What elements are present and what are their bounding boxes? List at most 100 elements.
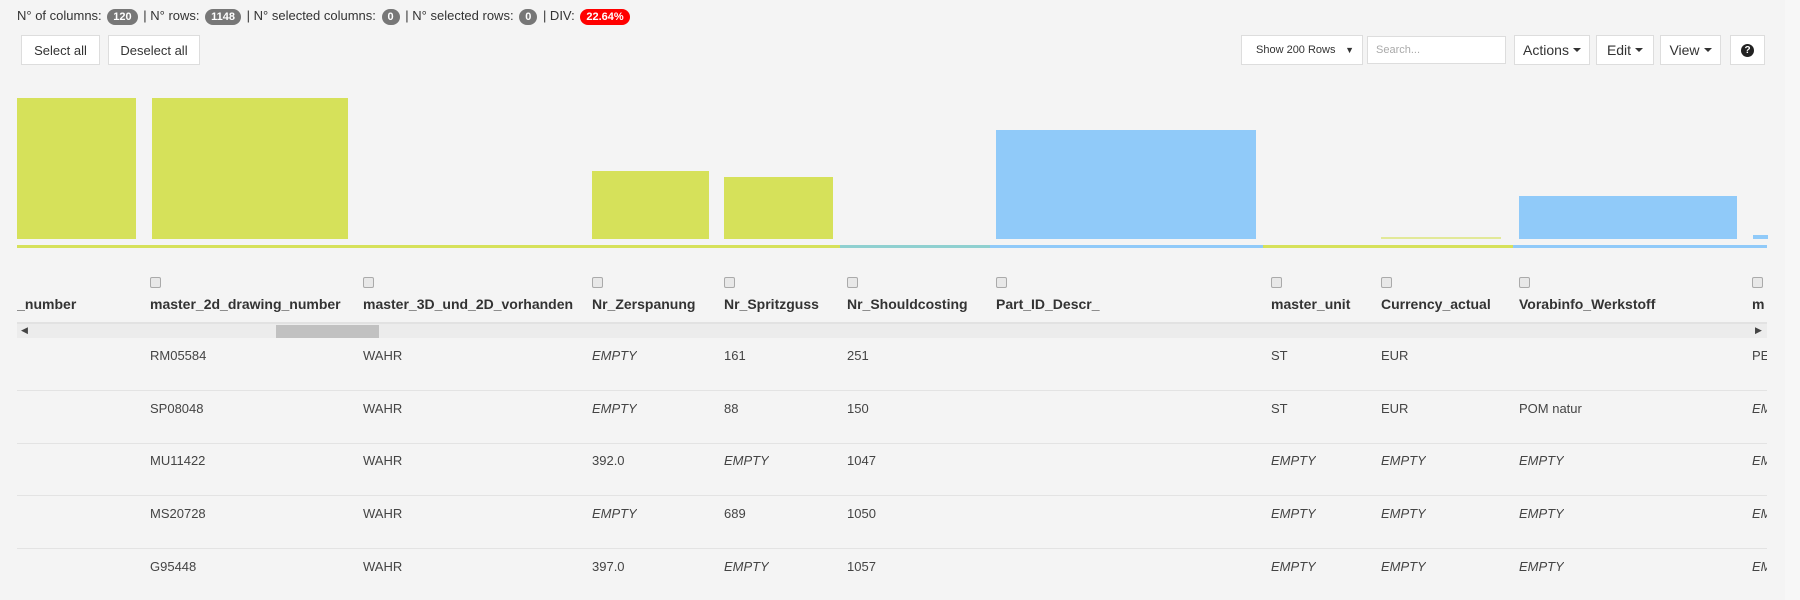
table-cell: WAHR	[363, 401, 403, 416]
column-header[interactable]: Vorabinfo_Werkstoff	[1519, 296, 1655, 312]
table-cell: POM natur	[1519, 401, 1582, 416]
table-cell: EMPTY	[1271, 453, 1316, 468]
caret-down-icon	[1635, 48, 1644, 52]
column-histogram-bar[interactable]	[1519, 196, 1737, 239]
column-header[interactable]: Nr_Shouldcosting	[847, 296, 968, 312]
column-header[interactable]: cad_file_number	[17, 296, 76, 312]
table-cell: MS20728	[150, 506, 206, 521]
columns-badge: 120	[107, 9, 138, 25]
table-cell: EUR	[1381, 348, 1409, 363]
selected-columns-label: | N° selected columns:	[246, 8, 376, 23]
column-header[interactable]: master_2d_drawing_number	[150, 296, 341, 312]
rows-per-page-select[interactable]: Show 200 Rows ▼	[1241, 35, 1363, 65]
rows-badge: 1148	[205, 9, 242, 25]
column-header[interactable]: master_3D_und_2D_vorhanden	[363, 296, 573, 312]
question-circle-icon: ?	[1741, 43, 1754, 57]
view-button[interactable]: View	[1660, 35, 1721, 65]
table-cell: 397.0	[592, 559, 625, 574]
column-histogram-bar[interactable]	[996, 130, 1256, 239]
table-cell: WAHR	[363, 453, 403, 468]
table-cell: WAHR	[363, 348, 403, 363]
table-cell: EMPTY	[1381, 559, 1426, 574]
table-cell: ST	[1271, 348, 1288, 363]
edit-button[interactable]: Edit	[1596, 35, 1654, 65]
column-histogram-bar[interactable]	[1381, 237, 1501, 239]
table-cell: WAHR	[363, 506, 403, 521]
table-cell: EMPTY	[592, 401, 637, 416]
column-select-checkbox[interactable]	[996, 277, 1007, 288]
column-select-checkbox[interactable]	[1752, 277, 1763, 288]
table-cell: EMPTY	[1752, 453, 1767, 468]
actions-label: Actions	[1523, 42, 1569, 58]
data-table: cad_file_number master_2d_drawing_number m…	[17, 270, 1767, 600]
table-cell: 392.0	[592, 453, 625, 468]
column-select-checkbox[interactable]	[150, 277, 161, 288]
scroll-right-arrow-icon[interactable]: ▶	[1755, 325, 1762, 336]
search-input[interactable]	[1367, 36, 1506, 64]
column-histogram-bar[interactable]	[724, 177, 833, 239]
columns-label: N° of columns:	[17, 8, 102, 23]
deselect-all-button[interactable]: Deselect all	[108, 35, 200, 65]
table-cell: EMPTY	[1519, 506, 1564, 521]
column-header[interactable]: m	[1752, 296, 1764, 312]
table-cell: 88	[724, 401, 739, 416]
rows-label: | N° rows:	[143, 8, 200, 23]
view-label: View	[1669, 42, 1700, 58]
completeness-line	[990, 245, 1263, 248]
table-cell: 150	[847, 401, 869, 416]
column-select-checkbox[interactable]	[363, 277, 374, 288]
table-cell: EMPTY	[1381, 453, 1426, 468]
scrollbar-thumb[interactable]	[276, 325, 379, 338]
selected-rows-label: | N° selected rows:	[405, 8, 514, 23]
column-header[interactable]: Part_ID_Descr_	[996, 296, 1100, 312]
column-select-checkbox[interactable]	[1381, 277, 1392, 288]
actions-button[interactable]: Actions	[1514, 35, 1590, 65]
completeness-line	[840, 245, 990, 248]
page-edge	[1785, 0, 1800, 600]
column-header[interactable]: master_unit	[1271, 296, 1350, 312]
table-cell: 1047	[847, 453, 876, 468]
completeness-line	[1513, 245, 1767, 248]
table-cell: EMPTY	[1519, 559, 1564, 574]
help-button[interactable]: ?	[1730, 35, 1765, 65]
row-divider	[17, 443, 1767, 444]
table-cell: EMPTY	[592, 348, 637, 363]
column-header[interactable]: Nr_Zerspanung	[592, 296, 695, 312]
rows-per-page-value: Show 200 Rows	[1256, 44, 1336, 56]
table-cell: WAHR	[363, 559, 403, 574]
table-cell: 251	[847, 348, 869, 363]
table-cell: EMPTY	[1271, 559, 1316, 574]
column-histogram-bar[interactable]	[17, 98, 136, 239]
table-cell: EMPTY	[1752, 401, 1767, 416]
column-header[interactable]: Nr_Spritzguss	[724, 296, 819, 312]
table-cell: SP08048	[150, 401, 204, 416]
div-badge: 22.64%	[580, 9, 630, 25]
table-cell: EMPTY	[724, 453, 769, 468]
table-cell: EMPTY	[724, 559, 769, 574]
table-cell: MU11422	[150, 453, 206, 468]
caret-down-icon	[1703, 48, 1712, 52]
selected-rows-badge: 0	[519, 9, 538, 25]
column-select-checkbox[interactable]	[847, 277, 858, 288]
selected-columns-badge: 0	[381, 9, 400, 25]
table-cell: 1050	[847, 506, 876, 521]
row-divider	[17, 548, 1767, 549]
table-cell: 161	[724, 348, 746, 363]
column-header[interactable]: Currency_actual	[1381, 296, 1491, 312]
scroll-left-arrow-icon[interactable]: ◀	[21, 325, 28, 336]
table-cell: EMPTY	[1519, 453, 1564, 468]
completeness-line	[1263, 245, 1513, 248]
row-divider	[17, 390, 1767, 391]
column-histogram-bar[interactable]	[592, 171, 709, 239]
table-cell: EMPTY	[1752, 559, 1767, 574]
select-all-button[interactable]: Select all	[21, 35, 100, 65]
table-cell: RM05584	[150, 348, 207, 363]
table-cell: EMPTY	[1271, 506, 1316, 521]
column-histogram-bar[interactable]	[1753, 235, 1768, 239]
table-cell: 689	[724, 506, 746, 521]
column-select-checkbox[interactable]	[1519, 277, 1530, 288]
column-select-checkbox[interactable]	[724, 277, 735, 288]
column-select-checkbox[interactable]	[1271, 277, 1282, 288]
column-histogram-bar[interactable]	[152, 98, 348, 239]
column-select-checkbox[interactable]	[592, 277, 603, 288]
